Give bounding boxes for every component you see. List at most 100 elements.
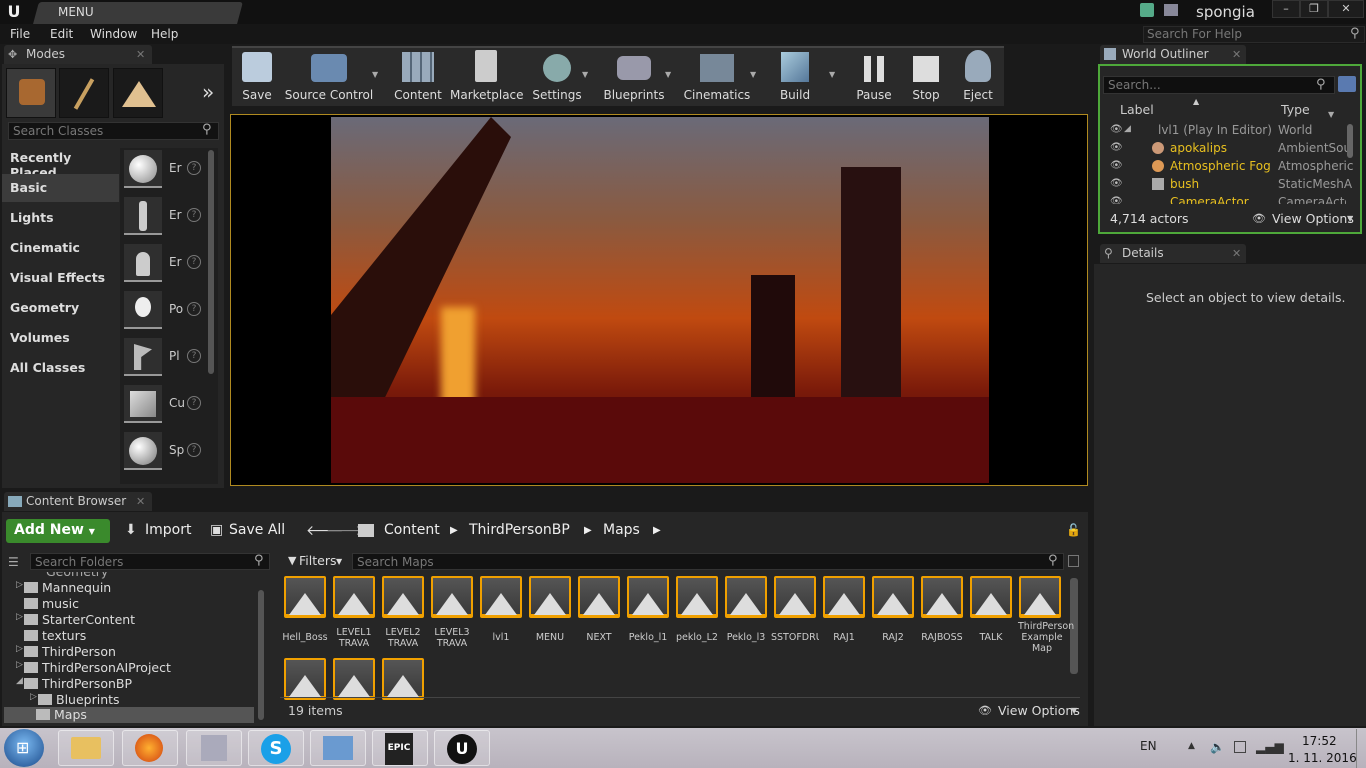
breadcrumb-thirdpersonbp[interactable]: ThirdPersonBP [469,522,570,538]
outliner-row[interactable]: 👁 apokalips AmbientSou [1100,140,1351,158]
map-asset-tile[interactable] [431,576,473,618]
category-all-classes[interactable]: All Classes [2,354,119,382]
place-mode-icon[interactable] [6,68,56,118]
save-all-button[interactable]: Save All [229,522,285,538]
placeable-sphere[interactable]: Sp? [124,430,208,475]
map-asset-tile[interactable] [1019,576,1061,618]
placeable-empty-character[interactable]: Er? [124,195,208,240]
dropdown-arrow-icon[interactable]: ▼ [372,70,378,79]
placeable-cube[interactable]: Cu? [124,383,208,428]
help-icon[interactable]: ? [187,302,201,316]
breadcrumb-maps[interactable]: Maps [603,522,640,538]
menu-help[interactable]: Help [151,27,178,41]
close-tab-icon[interactable]: ✕ [1232,247,1241,260]
map-asset-tile[interactable] [333,658,375,700]
category-basic[interactable]: Basic [2,174,119,202]
folder-item[interactable]: ▷ Blueprints [30,692,120,708]
tray-expand-icon[interactable]: ▲ [1188,741,1195,751]
breadcrumb-content[interactable]: Content [384,522,440,538]
outliner-row[interactable]: 👁 ◢ lvl1 (Play In Editor) World [1100,122,1346,140]
add-actor-icon[interactable] [1338,76,1356,92]
save-button[interactable]: Save [236,50,278,106]
dropdown-arrow-icon[interactable]: ▼ [1071,706,1077,715]
graduation-cap-icon[interactable] [1164,4,1178,16]
close-button[interactable]: ✕ [1328,0,1364,18]
game-scene[interactable] [331,117,989,483]
search-icon[interactable]: ⚲ [1350,26,1360,41]
category-cinematic[interactable]: Cinematic [2,234,119,262]
placeable-point-light[interactable]: Po? [124,289,208,334]
placeable-empty-pawn[interactable]: Er? [124,242,208,287]
content-browser-tab[interactable]: Content Browser ✕ [4,492,152,511]
map-asset-tile[interactable] [676,576,718,618]
taskbar-control-panel[interactable] [310,730,366,766]
dropdown-arrow-icon[interactable]: ▼ [1347,214,1353,223]
dropdown-arrow-icon[interactable]: ▼ [750,70,756,79]
visibility-eye-icon[interactable]: 👁 [1110,178,1123,189]
map-asset-tile[interactable] [382,576,424,618]
filters-button[interactable]: Filters [299,553,336,568]
import-button[interactable]: Import [145,522,191,538]
category-volumes[interactable]: Volumes [2,324,119,352]
map-asset-tile[interactable] [284,658,326,700]
taskbar-firefox[interactable] [122,730,178,766]
folder-item[interactable]: ▷ StarterContent [16,612,135,628]
map-asset-tile[interactable] [529,576,571,618]
outliner-column-type[interactable]: Type [1281,102,1310,117]
placeable-player-start[interactable]: Pl? [124,336,208,381]
breadcrumb-arrow-icon[interactable]: ▶ [584,525,592,536]
map-asset-tile[interactable] [774,576,816,618]
chat-icon[interactable] [1140,3,1154,17]
paint-mode-icon[interactable] [59,68,109,118]
blueprints-button[interactable]: Blueprints [602,50,666,106]
add-new-button[interactable]: Add New ▼ [6,519,110,543]
help-icon[interactable]: ? [187,443,201,457]
details-tab[interactable]: Details ✕ [1100,244,1246,263]
placeable-empty-actor[interactable]: Er? [124,148,208,193]
expand-arrow-icon[interactable]: ▷ [16,580,23,590]
save-search-icon[interactable] [1068,555,1079,567]
dropdown-arrow-icon[interactable]: ▼ [582,70,588,79]
stop-button[interactable]: Stop [906,50,946,106]
map-asset-tile[interactable] [284,576,326,618]
build-button[interactable]: Build [776,50,814,106]
map-asset-tile[interactable] [872,576,914,618]
map-asset-tile[interactable] [578,576,620,618]
lock-icon[interactable]: 🔓 [1066,523,1081,537]
close-tab-icon[interactable]: ✕ [136,48,145,61]
map-asset-tile[interactable] [382,658,424,700]
modes-tab[interactable]: Modes ✕ [4,45,152,64]
folder-tree-icon[interactable]: ☰ [8,555,19,569]
folder-item-selected[interactable]: Maps [4,707,254,723]
source-control-button[interactable]: Source Control [284,50,374,106]
speaker-icon[interactable]: 🔈 [1210,740,1225,754]
breadcrumb-arrow-icon[interactable]: ▶ [450,525,458,536]
more-modes-icon[interactable]: » [202,80,214,104]
folder-tree-scrollbar[interactable] [258,590,264,720]
folder-item[interactable]: texturs [24,628,86,644]
folder-item[interactable]: Geometry [46,572,108,580]
map-asset-tile[interactable] [725,576,767,618]
menu-window[interactable]: Window [90,27,137,41]
outliner-view-options[interactable]: View Options [1272,211,1354,226]
visibility-eye-icon[interactable]: 👁 [1110,160,1123,171]
outliner-row[interactable]: 👁 bush StaticMeshA [1100,176,1352,194]
placeable-scrollbar[interactable] [208,150,214,374]
breadcrumb-arrow-icon[interactable]: ▶ [653,525,661,536]
dropdown-arrow-icon[interactable]: ▼ [1328,110,1334,119]
dropdown-arrow-icon[interactable]: ▼ [336,557,342,566]
folder-item[interactable]: ▷ ThirdPerson [16,644,116,660]
outliner-row[interactable]: 👁 CameraActor CameraActo [1100,194,1346,204]
expand-arrow-icon[interactable]: ▷ [16,660,23,670]
dropdown-arrow-icon[interactable]: ▼ [665,70,671,79]
taskbar-unreal-engine[interactable]: U [434,730,490,766]
content-button[interactable]: Content [394,50,442,106]
clock-time[interactable]: 17:52 [1302,734,1337,748]
landscape-mode-icon[interactable] [113,68,163,118]
outliner-row[interactable]: 👁 Atmospheric Fog Atmospheric [1100,158,1353,176]
help-icon[interactable]: ? [187,208,201,222]
map-asset-tile[interactable] [627,576,669,618]
map-asset-tile[interactable] [333,576,375,618]
taskbar-files[interactable] [186,730,242,766]
expand-arrow-icon[interactable]: ▷ [16,612,23,622]
